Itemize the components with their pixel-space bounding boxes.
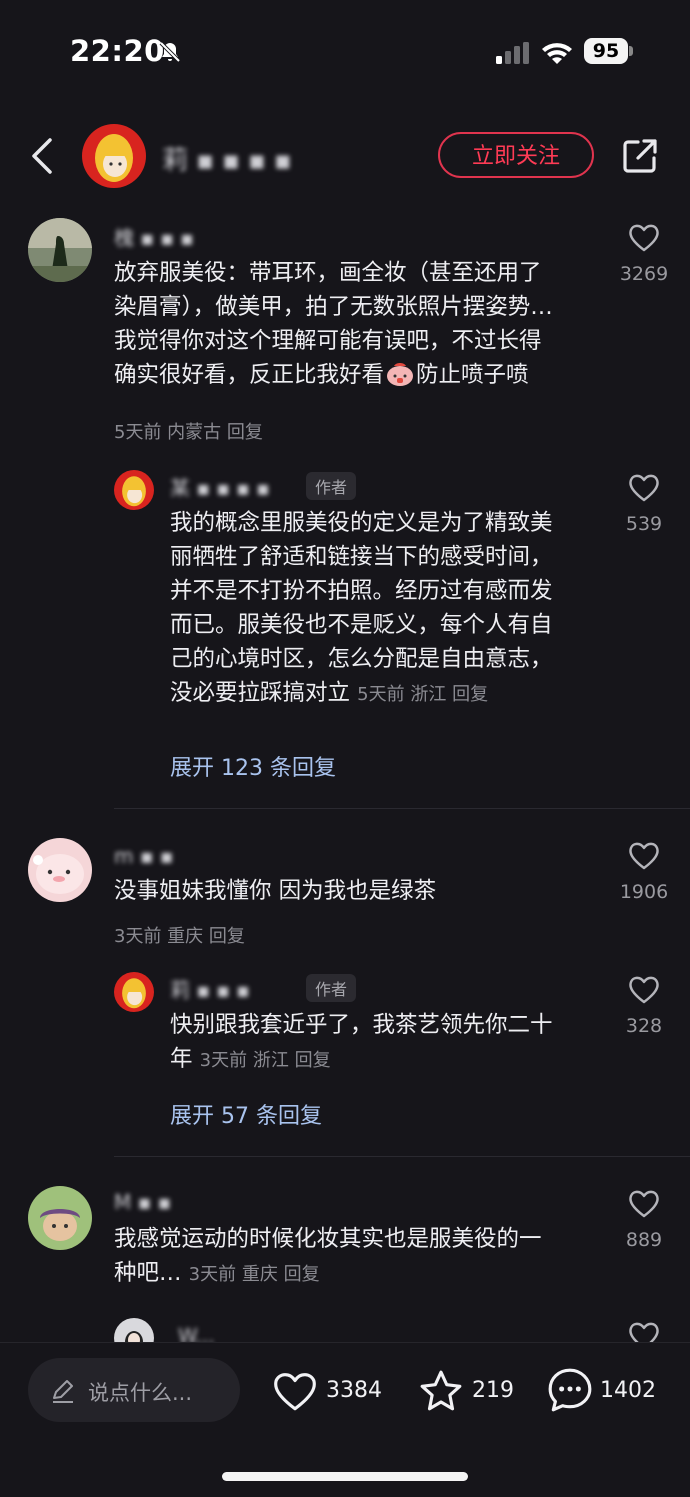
commenter-avatar[interactable] (28, 218, 92, 282)
author-name[interactable]: 莉 ▪ ▪ ▪ ▪ (162, 140, 292, 177)
heart-icon[interactable] (628, 974, 660, 1004)
like-total: 3384 (326, 1378, 382, 1403)
comment-text: 我感觉运动的时候化妆其实也是服美役的一 种吧… 3天前 重庆 回复 (114, 1222, 604, 1292)
reply-line: 并不是不打扮不拍照。经历过有感而发 (170, 578, 553, 604)
home-indicator (222, 1472, 468, 1481)
comment-line: 我觉得你对这个理解可能有误吧，不过长得 (114, 328, 542, 354)
reply-line: 年 3天前 浙江 回复 (170, 1042, 610, 1078)
reply-line: 而已。服美役也不是贬义，每个人有自 (170, 612, 553, 638)
reply-line: 丽牺牲了舒适和链接当下的感受时间， (170, 544, 553, 570)
divider (114, 808, 690, 809)
reply-text: 我的概念里服美役的定义是为了精致美 丽牺牲了舒适和链接当下的感受时间， 并不是不… (170, 506, 610, 712)
comment-line: 染眉膏），做美甲，拍了无数张照片摆姿势… (114, 294, 553, 320)
comment-meta[interactable]: 3天前 重庆 回复 (114, 922, 245, 948)
reply-avatar[interactable] (114, 470, 154, 510)
reply-meta[interactable]: 5天前 浙江 回复 (357, 684, 488, 705)
comment-line: 种吧… 3天前 重庆 回复 (114, 1256, 604, 1292)
like-count: 1906 (619, 881, 669, 903)
emoji-icon (387, 363, 414, 386)
reply-line: 快别跟我套近乎了，我茶艺领先你二十 (170, 1012, 553, 1038)
back-arrow-icon[interactable] (28, 136, 58, 176)
reply-line: 我的概念里服美役的定义是为了精致美 (170, 510, 553, 536)
status-time: 22:20 (70, 34, 165, 68)
favorite-total: 219 (472, 1378, 514, 1403)
comment-text: 放弃服美役：带耳环，画全妆（甚至还用了 染眉膏），做美甲，拍了无数张照片摆姿势…… (114, 256, 604, 392)
comment-meta[interactable]: 3天前 重庆 回复 (189, 1264, 320, 1285)
comment-text: 没事姐妹我懂你 因为我也是绿茶 (114, 874, 604, 908)
bell-muted-icon (159, 41, 181, 63)
like-count: 328 (625, 1015, 663, 1037)
reply-avatar[interactable] (114, 972, 154, 1012)
heart-icon[interactable] (628, 1188, 660, 1218)
reply-meta[interactable]: 3天前 浙江 回复 (200, 1050, 331, 1071)
signal-icon (496, 42, 529, 64)
comment-total: 1402 (600, 1378, 656, 1403)
comment-line: 放弃服美役：带耳环，画全妆（甚至还用了 (114, 260, 542, 286)
follow-button[interactable]: 立即关注 (438, 132, 594, 178)
reply-text: 快别跟我套近乎了，我茶艺领先你二十 年 3天前 浙江 回复 (170, 1008, 610, 1078)
commenter-name[interactable]: m ▪ ▪ (114, 844, 173, 868)
reply-author-name[interactable]: 莉 ▪ ▪ ▪ (170, 974, 250, 1003)
commenter-avatar[interactable] (28, 1186, 92, 1250)
comment-bubble-icon[interactable] (546, 1366, 594, 1414)
share-icon[interactable] (620, 136, 660, 176)
expand-replies-link[interactable]: 展开 123 条回复 (170, 750, 336, 782)
author-tag: 作者 (306, 974, 357, 1002)
like-count: 539 (625, 513, 663, 535)
star-icon[interactable] (418, 1368, 464, 1414)
comment-meta[interactable]: 5天前 内蒙古 回复 (114, 418, 263, 444)
reply-line-text: 年 (170, 1046, 193, 1072)
comment-line: 没事姐妹我懂你 因为我也是绿茶 (114, 878, 437, 904)
reply-author-name[interactable]: 某 ▪ ▪ ▪ ▪ (170, 472, 270, 501)
commenter-avatar[interactable] (28, 838, 92, 902)
heart-icon[interactable] (272, 1370, 318, 1412)
comment-line-tail: 防止喷子喷 (416, 362, 529, 388)
comment-line-text: 种吧… (114, 1260, 182, 1286)
comment-line-text: 确实很好看，反正比我好看 (114, 362, 385, 388)
reply-line: 没必要拉踩搞对立 5天前 浙江 回复 (170, 676, 610, 712)
battery-tip (629, 46, 633, 56)
comment-input-placeholder[interactable]: 说点什么... (88, 1377, 192, 1407)
heart-icon[interactable] (628, 840, 660, 870)
commenter-name[interactable]: M ▪ ▪ (114, 1190, 171, 1214)
commenter-name[interactable]: 槐 ▪ ▪ ▪ (114, 222, 194, 251)
comment-line: 我感觉运动的时候化妆其实也是服美役的一 (114, 1226, 542, 1252)
heart-icon[interactable] (628, 222, 660, 252)
like-count: 3269 (619, 263, 669, 285)
author-avatar[interactable] (82, 124, 146, 188)
pencil-icon (53, 1380, 73, 1403)
comment-line: 确实很好看，反正比我好看 防止喷子喷 (114, 358, 604, 392)
battery-indicator: 95 (584, 38, 628, 64)
like-count: 889 (625, 1229, 663, 1251)
reply-line: 己的心境时区，怎么分配是自由意志， (170, 646, 553, 672)
expand-replies-link[interactable]: 展开 57 条回复 (170, 1098, 322, 1130)
heart-icon[interactable] (628, 472, 660, 502)
author-tag: 作者 (306, 472, 357, 500)
wifi-icon (542, 43, 572, 64)
reply-line-text: 没必要拉踩搞对立 (170, 680, 351, 706)
divider (114, 1156, 690, 1157)
